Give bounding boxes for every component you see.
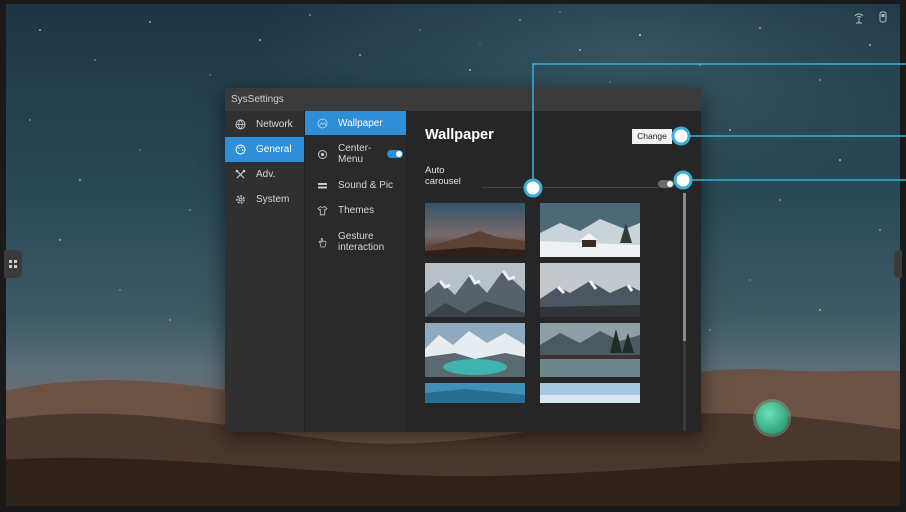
- divider: [482, 187, 658, 188]
- auto-carousel-label: Auto carousel: [425, 165, 461, 187]
- subnav-label: Gesture interaction: [338, 231, 385, 253]
- nav-item-advanced[interactable]: Adv.: [225, 162, 304, 187]
- palette-icon: [235, 144, 246, 155]
- hand-icon: [317, 237, 328, 248]
- subnav-label: Wallpaper: [338, 117, 383, 129]
- secondary-nav: Wallpaper Center-Menu Sound & Pic Themes: [304, 111, 406, 432]
- subnav-item-wallpaper[interactable]: Wallpaper: [305, 111, 406, 135]
- change-wallpaper-button[interactable]: Change: [632, 129, 672, 144]
- page-title: Wallpaper: [425, 127, 494, 143]
- subnav-item-themes[interactable]: Themes: [305, 198, 406, 223]
- wallpaper-thumb-glacier-lake[interactable]: [425, 323, 525, 377]
- subnav-item-gesture[interactable]: Gesture interaction: [305, 223, 406, 261]
- window-title: SysSettings: [225, 88, 701, 111]
- left-side-panel-handle[interactable]: [4, 250, 22, 278]
- subnav-item-center-menu[interactable]: Center-Menu: [305, 135, 406, 173]
- sliders-icon: [317, 180, 328, 191]
- nav-label: Network: [256, 119, 293, 130]
- wireless-icon[interactable]: [852, 10, 866, 24]
- subnav-label: Center-Menu: [338, 143, 372, 165]
- wallpaper-thumb-partial-sky[interactable]: [540, 383, 640, 403]
- nav-item-network[interactable]: Network: [225, 112, 304, 137]
- settings-window: SysSettings Network General Adv. System: [225, 88, 701, 432]
- nav-label: System: [256, 194, 290, 205]
- right-side-panel-handle[interactable]: [894, 250, 902, 278]
- subnav-label: Sound & Pic: [338, 180, 394, 191]
- wallpaper-panel: Wallpaper Change Auto carousel: [406, 111, 701, 432]
- subnav-item-sound-pic[interactable]: Sound & Pic: [305, 173, 406, 198]
- menu-grid-icon: [9, 260, 17, 268]
- tools-icon: [235, 169, 246, 180]
- shirt-icon: [317, 205, 328, 216]
- floating-assistive-button[interactable]: [756, 402, 788, 434]
- scrollbar-thumb[interactable]: [683, 193, 686, 341]
- wallpaper-thumb-desert-mountain[interactable]: [425, 203, 525, 257]
- gear-icon: [235, 194, 246, 205]
- auto-carousel-toggle[interactable]: [658, 180, 674, 188]
- globe-icon: [235, 119, 246, 130]
- wallpaper-thumb-partial-blue[interactable]: [425, 383, 525, 403]
- wallpaper-thumb-snowy-peaks[interactable]: [425, 263, 525, 317]
- subnav-label: Themes: [338, 205, 375, 216]
- nav-item-system[interactable]: System: [225, 187, 304, 212]
- image-icon: [317, 118, 328, 129]
- wallpaper-thumb-snowy-cabin[interactable]: [540, 203, 640, 257]
- system-tray: [852, 10, 890, 24]
- nav-label: General: [256, 144, 292, 155]
- center-menu-toggle[interactable]: [387, 150, 403, 158]
- nav-item-general[interactable]: General: [225, 137, 304, 162]
- primary-nav: Network General Adv. System: [225, 111, 304, 432]
- target-icon: [317, 149, 328, 160]
- thumbnail-scrollbar[interactable]: [683, 193, 686, 431]
- wallpaper-thumb-lakeside-village[interactable]: [540, 323, 640, 377]
- nav-label: Adv.: [256, 169, 276, 180]
- wallpaper-thumb-mountain-range[interactable]: [540, 263, 640, 317]
- usb-icon[interactable]: [876, 10, 890, 24]
